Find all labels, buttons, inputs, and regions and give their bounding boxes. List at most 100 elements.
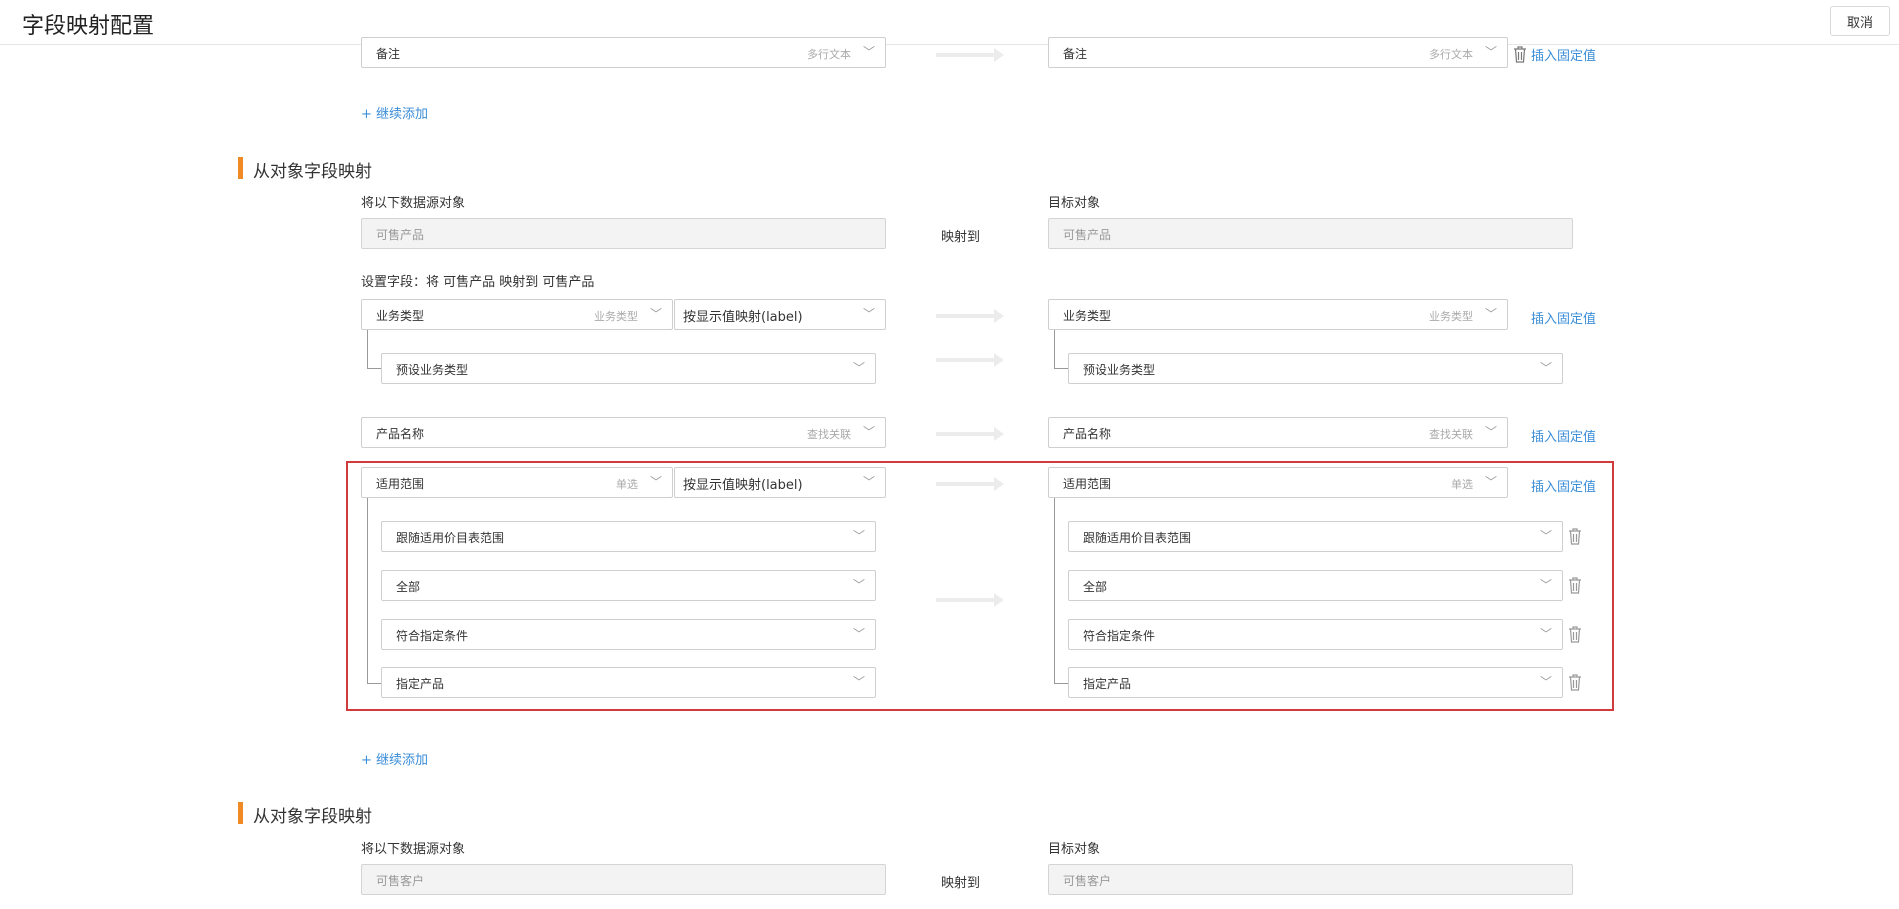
insert-fixed-value-link[interactable]: 插入固定值: [1531, 476, 1596, 495]
target-field-type: 多行文本: [1429, 48, 1473, 61]
tree-connector: [1054, 683, 1068, 684]
target-field-biz-type[interactable]: 业务类型 业务类型 ﹀: [1048, 299, 1508, 330]
chevron-down-icon: ﹀: [852, 627, 865, 641]
source-option-label: 全部: [396, 580, 421, 594]
target-object-value: 可售产品: [1063, 228, 1112, 242]
mapping-mode-select[interactable]: 按显示值映射(label) ﹀: [674, 299, 886, 330]
source-field-scope[interactable]: 适用范围 单选 ﹀: [361, 467, 673, 498]
source-option[interactable]: 指定产品 ﹀: [381, 667, 876, 698]
source-option[interactable]: 符合指定条件 ﹀: [381, 619, 876, 650]
source-option-label: 跟随适用价目表范围: [396, 531, 505, 545]
arrow-right-icon: [936, 48, 1004, 62]
target-field-product-name[interactable]: 产品名称 查找关联 ﹀: [1048, 417, 1508, 448]
tree-connector: [1054, 368, 1068, 369]
insert-fixed-value-link[interactable]: 插入固定值: [1531, 308, 1596, 327]
target-field-scope[interactable]: 适用范围 单选 ﹀: [1048, 467, 1508, 498]
target-option-label: 全部: [1083, 580, 1108, 594]
source-field-label: 备注: [376, 47, 401, 61]
source-field-type: 业务类型: [594, 310, 638, 323]
source-option[interactable]: 全部 ﹀: [381, 570, 876, 601]
source-option-label: 符合指定条件: [396, 629, 469, 643]
tree-connector: [367, 368, 381, 369]
chevron-down-icon: ﹀: [1539, 578, 1552, 592]
trash-icon[interactable]: [1567, 673, 1583, 691]
arrow-right-icon: [936, 427, 1004, 441]
source-field-label: 业务类型: [376, 309, 425, 323]
add-more-link[interactable]: + 继续添加: [361, 103, 428, 122]
source-option[interactable]: 跟随适用价目表范围 ﹀: [381, 521, 876, 552]
source-field-type: 单选: [616, 478, 638, 491]
target-option[interactable]: 跟随适用价目表范围 ﹀: [1068, 521, 1563, 552]
add-more-link[interactable]: + 继续添加: [361, 749, 428, 768]
mapping-mode-select[interactable]: 按显示值映射(label) ﹀: [674, 467, 886, 498]
chevron-down-icon: ﹀: [852, 675, 865, 689]
source-field-type: 多行文本: [807, 48, 851, 61]
target-field-remark[interactable]: 备注 多行文本 ﹀: [1048, 37, 1508, 68]
map-to-label: 映射到: [941, 230, 981, 245]
target-caption: 目标对象: [1048, 842, 1101, 857]
target-field-label: 备注: [1063, 47, 1088, 61]
trash-icon[interactable]: [1567, 576, 1583, 594]
target-option-label: 符合指定条件: [1083, 629, 1156, 643]
target-object-value: 可售客户: [1063, 874, 1112, 888]
target-sub-label: 预设业务类型: [1083, 363, 1156, 377]
chevron-down-icon: ﹀: [1539, 627, 1552, 641]
chevron-down-icon: ﹀: [1484, 307, 1497, 321]
target-field-type: 业务类型: [1429, 310, 1473, 323]
source-field-product-name[interactable]: 产品名称 查找关联 ﹀: [361, 417, 886, 448]
target-option[interactable]: 全部 ﹀: [1068, 570, 1563, 601]
target-object-field: 可售产品: [1048, 218, 1573, 249]
target-option[interactable]: 指定产品 ﹀: [1068, 667, 1563, 698]
insert-fixed-value-link[interactable]: 插入固定值: [1531, 426, 1596, 445]
source-field-type: 查找关联: [807, 428, 851, 441]
source-field-biz-type[interactable]: 业务类型 业务类型 ﹀: [361, 299, 673, 330]
arrow-right-icon: [936, 309, 1004, 323]
chevron-down-icon: ﹀: [862, 45, 875, 59]
trash-icon[interactable]: [1567, 527, 1583, 545]
insert-fixed-value-link[interactable]: 插入固定值: [1531, 45, 1596, 64]
chevron-down-icon: ﹀: [852, 578, 865, 592]
tree-connector: [367, 498, 368, 683]
target-option[interactable]: 符合指定条件 ﹀: [1068, 619, 1563, 650]
chevron-down-icon: ﹀: [862, 307, 875, 321]
source-object-field: 可售产品: [361, 218, 886, 249]
chevron-down-icon: ﹀: [1539, 529, 1552, 543]
source-object-field: 可售客户: [361, 864, 886, 895]
trash-icon[interactable]: [1512, 45, 1528, 63]
arrow-right-icon: [936, 593, 1004, 607]
target-field-label: 产品名称: [1063, 427, 1112, 441]
chevron-down-icon: ﹀: [1484, 45, 1497, 59]
tree-connector: [1054, 498, 1055, 683]
target-sub-biz-type[interactable]: 预设业务类型 ﹀: [1068, 353, 1563, 384]
target-option-label: 指定产品: [1083, 677, 1132, 691]
map-to-label: 映射到: [941, 876, 981, 891]
source-field-label: 适用范围: [376, 477, 425, 491]
cancel-button[interactable]: 取消: [1830, 6, 1890, 36]
chevron-down-icon: ﹀: [649, 307, 662, 321]
source-object-value: 可售客户: [376, 874, 425, 888]
arrow-right-icon: [936, 353, 1004, 367]
mapping-mode-value: 按显示值映射(label): [683, 310, 803, 325]
source-object-value: 可售产品: [376, 228, 425, 242]
chevron-down-icon: ﹀: [852, 529, 865, 543]
chevron-down-icon: ﹀: [862, 425, 875, 439]
trash-icon[interactable]: [1567, 625, 1583, 643]
chevron-down-icon: ﹀: [862, 475, 875, 489]
source-caption: 将以下数据源对象: [361, 196, 466, 211]
header-bar: [0, 0, 1899, 45]
source-field-remark[interactable]: 备注 多行文本 ﹀: [361, 37, 886, 68]
source-field-label: 产品名称: [376, 427, 425, 441]
tree-connector: [367, 683, 381, 684]
target-option-label: 跟随适用价目表范围: [1083, 531, 1192, 545]
target-field-label: 业务类型: [1063, 309, 1112, 323]
section-title: 从对象字段映射: [253, 162, 372, 182]
chevron-down-icon: ﹀: [852, 361, 865, 375]
source-option-label: 指定产品: [396, 677, 445, 691]
source-sub-label: 预设业务类型: [396, 363, 469, 377]
source-sub-biz-type[interactable]: 预设业务类型 ﹀: [381, 353, 876, 384]
mapping-mode-value: 按显示值映射(label): [683, 478, 803, 493]
chevron-down-icon: ﹀: [1484, 475, 1497, 489]
target-object-field: 可售客户: [1048, 864, 1573, 895]
section-accent-bar: [238, 802, 243, 824]
target-field-label: 适用范围: [1063, 477, 1112, 491]
